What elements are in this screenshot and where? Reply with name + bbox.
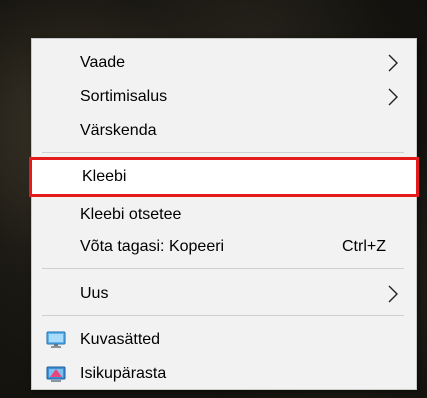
menu-separator	[42, 315, 404, 316]
menu-item-label: Kleebi otsetee	[80, 206, 182, 223]
menu-separator	[42, 268, 404, 269]
menu-item-label: Uus	[80, 285, 109, 302]
menu-item-label: Vaade	[80, 54, 126, 71]
menu-item-sort-by[interactable]: Sortimisalus	[32, 81, 416, 113]
chevron-right-icon	[388, 285, 398, 303]
menu-item-paste[interactable]: Kleebi	[29, 157, 419, 197]
personalize-icon	[46, 366, 66, 382]
menu-item-label: Kleebi	[82, 168, 127, 185]
menu-item-display-settings[interactable]: Kuvasätted	[32, 324, 416, 356]
desktop-context-menu: Vaade Sortimisalus Värskenda Kleebi Klee…	[29, 38, 419, 390]
menu-item-paste-shortcut[interactable]: Kleebi otsetee	[32, 199, 416, 231]
menu-item-label: Isikupärasta	[80, 365, 167, 382]
chevron-right-icon	[388, 54, 398, 72]
chevron-right-icon	[388, 88, 398, 106]
menu-item-personalize[interactable]: Isikupärasta	[32, 358, 416, 390]
menu-item-view[interactable]: Vaade	[32, 47, 416, 79]
menu-item-label: Sortimisalus	[80, 88, 168, 105]
menu-item-label: Värskenda	[80, 122, 157, 139]
menu-item-new[interactable]: Uus	[32, 278, 416, 310]
display-settings-icon	[46, 331, 66, 348]
menu-item-refresh[interactable]: Värskenda	[32, 115, 416, 147]
menu-item-shortcut: Ctrl+Z	[342, 238, 386, 255]
menu-separator	[42, 152, 404, 153]
menu-item-label: Kuvasätted	[80, 331, 161, 348]
menu-item-label: Võta tagasi: Kopeeri	[80, 238, 225, 255]
menu-item-undo-copy[interactable]: Võta tagasi: Kopeeri Ctrl+Z	[32, 231, 416, 263]
